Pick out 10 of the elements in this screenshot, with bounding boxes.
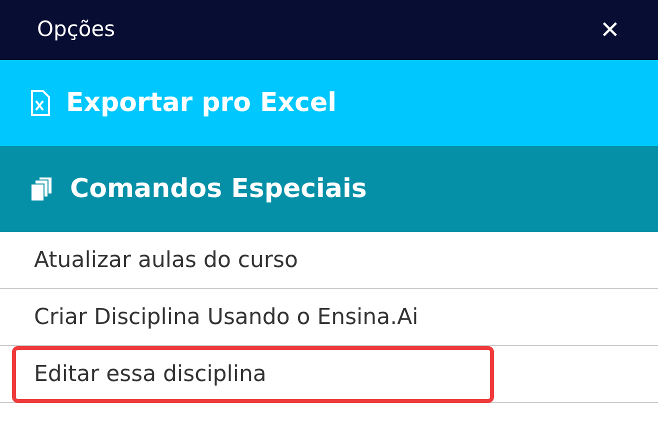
section-label: Exportar pro Excel xyxy=(66,86,337,120)
menu-section-button[interactable]: Comandos Especiais xyxy=(0,146,658,232)
dialog-title: Opções xyxy=(37,16,116,44)
section-label: Comandos Especiais xyxy=(70,172,367,206)
close-button[interactable]: ✕ xyxy=(600,12,620,48)
menu-item[interactable]: Atualizar aulas do curso xyxy=(12,232,494,288)
menu-item[interactable]: Editar essa disciplina xyxy=(12,346,494,402)
menu-item[interactable]: Criar Disciplina Usando o Ensina.Ai xyxy=(12,288,494,346)
spreadsheet-file-icon xyxy=(30,90,50,116)
documents-icon xyxy=(30,176,54,202)
